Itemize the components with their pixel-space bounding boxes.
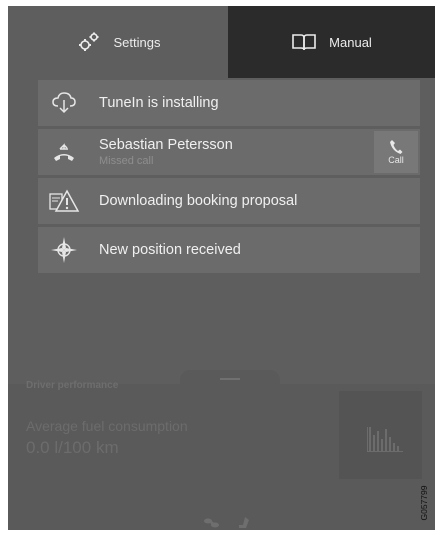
notification-subtitle: Missed call	[99, 154, 154, 167]
phone-icon	[390, 140, 403, 154]
notification-booking[interactable]: Downloading booking proposal	[38, 178, 420, 224]
fan-icon[interactable]	[202, 516, 222, 530]
notification-missed-call[interactable]: Sebastian Petersson Missed call Call	[38, 129, 420, 175]
notification-title: TuneIn is installing	[99, 94, 219, 111]
tab-manual-label: Manual	[329, 34, 372, 50]
service-warning-icon	[44, 178, 84, 224]
tab-settings[interactable]: Settings	[8, 6, 228, 78]
seat-icon[interactable]	[236, 516, 252, 530]
book-icon	[291, 31, 317, 53]
call-button[interactable]: Call	[374, 131, 418, 173]
top-tabs: Settings Manual	[8, 6, 435, 78]
figure-id-label: G057799	[419, 485, 429, 521]
drag-handle[interactable]	[220, 378, 240, 380]
notification-title: New position received	[99, 241, 241, 258]
driver-performance-label: Driver performance	[26, 380, 119, 391]
notification-position[interactable]: New position received	[38, 227, 420, 273]
center-display: Settings Manual Driver performance Avera…	[8, 6, 435, 530]
call-button-label: Call	[388, 155, 404, 165]
missed-call-icon	[44, 129, 84, 175]
notification-title: Downloading booking proposal	[99, 192, 298, 209]
bar-chart-icon	[367, 427, 403, 452]
notification-tunein[interactable]: TuneIn is installing	[38, 80, 420, 126]
gears-icon	[76, 31, 102, 53]
cloud-download-icon	[44, 80, 84, 126]
fuel-consumption-label: Average fuel consumption	[26, 418, 188, 434]
climate-bar	[202, 516, 262, 530]
consumption-chart-tile[interactable]	[339, 391, 422, 479]
tab-manual[interactable]: Manual	[228, 6, 435, 78]
notification-title: Sebastian Petersson	[99, 136, 233, 153]
tab-settings-label: Settings	[113, 34, 161, 50]
fuel-consumption-value: 0.0 l/100 km	[26, 438, 119, 457]
position-compass-icon	[44, 227, 84, 273]
